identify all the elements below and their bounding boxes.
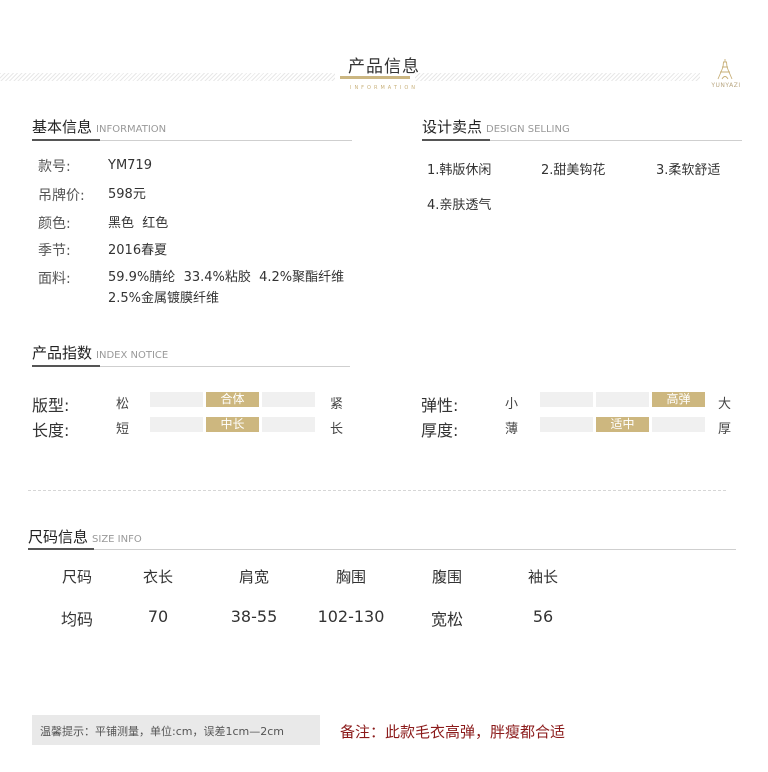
thickness-label: 厚度:	[421, 421, 459, 440]
index-rule-light	[100, 366, 350, 367]
size-heading: 尺码信息 SIZE INFO	[28, 526, 142, 547]
size-rule-dark	[28, 548, 94, 550]
page-subtitle: INFORMATION	[349, 85, 419, 91]
basic-info-subtitle: INFORMATION	[96, 124, 167, 135]
selling-point: 2.甜美钩花	[541, 163, 606, 178]
tip-text: 温馨提示：平铺测量，单位:cm，误差1cm—2cm	[40, 725, 284, 738]
design-subtitle: DESIGN SELLING	[486, 124, 570, 135]
length-label: 长度:	[32, 421, 70, 440]
selling-point: 1.韩版休闲	[427, 163, 492, 178]
size-header: 袖长	[527, 568, 558, 586]
size-cell: 均码	[60, 610, 93, 629]
length-segment-selected: 中长	[206, 417, 259, 432]
size-header: 胸围	[335, 568, 366, 586]
selling-point: 3.柔软舒适	[656, 163, 721, 178]
size-cell: 56	[532, 607, 554, 626]
size-subtitle: SIZE INFO	[92, 534, 142, 545]
brand-name: YUNYAZI	[711, 82, 741, 89]
elasticity-segment-selected: 高弹	[652, 392, 705, 407]
elasticity-label: 弹性:	[421, 396, 459, 415]
elasticity-segment-2	[596, 392, 649, 407]
fit-segment-1	[150, 392, 203, 407]
thickness-segment-1	[540, 417, 593, 432]
fit-high: 紧	[330, 397, 344, 412]
eiffel-tower-icon	[717, 59, 733, 80]
size-header: 衣长	[142, 568, 173, 586]
elasticity-low: 小	[505, 397, 519, 412]
index-heading: 产品指数 INDEX NOTICE	[32, 342, 168, 363]
page-title: 产品信息	[348, 57, 420, 77]
basic-info-rule-dark	[32, 139, 100, 141]
design-rule-dark	[422, 139, 490, 141]
fabric-value-line2: 2.5%金属镀膜纤维	[108, 291, 220, 306]
size-rule-light	[94, 549, 736, 550]
design-rule-light	[490, 140, 742, 141]
size-cell: 70	[147, 607, 169, 626]
thickness-segment-selected: 适中	[596, 417, 649, 432]
basic-info-title: 基本信息	[32, 118, 93, 136]
season-label: 季节:	[38, 243, 71, 259]
style-no-value: YM719	[108, 158, 152, 173]
elasticity-segment-1	[540, 392, 593, 407]
price-label: 吊牌价:	[38, 188, 85, 204]
price-value: 598元	[108, 187, 146, 202]
length-segment-3	[262, 417, 315, 432]
color-value: 黑色 红色	[108, 216, 169, 231]
size-cell: 宽松	[430, 610, 463, 629]
design-heading: 设计卖点 DESIGN SELLING	[422, 116, 570, 137]
size-header: 腹围	[431, 568, 462, 586]
index-rule-dark	[32, 365, 100, 367]
size-cell: 38-55	[230, 607, 278, 626]
selling-point: 4.亲肤透气	[427, 198, 492, 213]
size-header: 尺码	[61, 568, 92, 586]
size-cell: 102-130	[317, 607, 385, 626]
fit-segment-3	[262, 392, 315, 407]
title-underline	[340, 76, 410, 79]
season-value: 2016春夏	[108, 243, 168, 258]
size-title: 尺码信息	[28, 528, 89, 546]
fit-label: 版型:	[32, 396, 70, 415]
elasticity-high: 大	[718, 397, 732, 412]
length-segment-1	[150, 417, 203, 432]
fabric-value: 59.9%腈纶 33.4%粘胶 4.2%聚酯纤维	[108, 270, 345, 285]
fit-low: 松	[116, 397, 130, 412]
thickness-segment-3	[652, 417, 705, 432]
fit-segment-selected: 合体	[206, 392, 259, 407]
basic-info-rule-light	[100, 140, 352, 141]
color-label: 颜色:	[38, 216, 71, 232]
length-low: 短	[116, 422, 130, 437]
basic-info-heading: 基本信息 INFORMATION	[32, 116, 166, 137]
style-no-label: 款号:	[38, 159, 71, 175]
thickness-low: 薄	[505, 422, 519, 437]
thickness-high: 厚	[718, 422, 732, 437]
section-divider	[28, 490, 726, 491]
fabric-label: 面料:	[38, 271, 71, 287]
size-header: 肩宽	[238, 568, 269, 586]
length-high: 长	[330, 422, 344, 437]
index-subtitle: INDEX NOTICE	[96, 350, 169, 361]
remark-note: 备注：此款毛衣高弹，胖瘦都合适	[340, 723, 566, 741]
index-title: 产品指数	[32, 344, 93, 362]
design-title: 设计卖点	[422, 118, 483, 136]
